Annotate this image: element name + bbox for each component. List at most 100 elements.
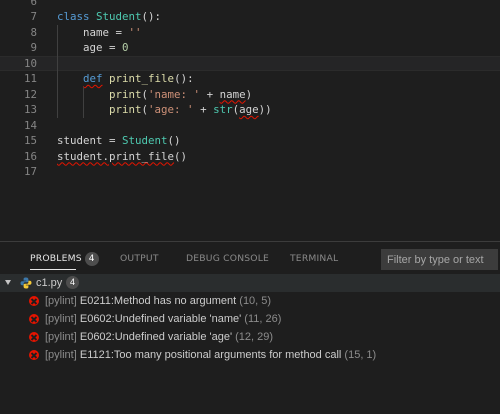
- problem-message: E1121:Too many positional arguments for …: [79, 349, 342, 361]
- problem-item[interactable]: [pylint] E0602:Undefined variable 'name'…: [0, 310, 500, 328]
- code-token: ():: [174, 72, 194, 85]
- code-text: student = Student(): [57, 133, 181, 149]
- code-token: age: [239, 103, 259, 116]
- tab-output-label: OUTPUT: [120, 253, 159, 264]
- problem-location: (15, 1): [344, 349, 377, 361]
- error-icon: [29, 332, 39, 342]
- code-line[interactable]: 7 class Student():: [0, 9, 500, 25]
- code-editor[interactable]: 6 7 class Student(): 8 name = '' 9 age = 0 10…: [0, 0, 500, 240]
- problems-filter-input[interactable]: [381, 249, 498, 270]
- line-number: 10: [23, 56, 37, 70]
- chevron-down-icon[interactable]: [5, 280, 11, 285]
- code-token: ():: [141, 10, 162, 23]
- code-token: +: [200, 87, 220, 101]
- code-token: '': [128, 25, 142, 39]
- code-token: ): [245, 87, 253, 101]
- code-token: =: [109, 25, 129, 39]
- problem-source: [pylint]: [45, 295, 77, 307]
- problems-file-name: c1.py: [36, 277, 63, 289]
- code-token: =: [102, 41, 123, 54]
- code-line[interactable]: 10: [0, 55, 500, 71]
- code-line[interactable]: 11 def print_file():: [0, 71, 500, 87]
- tab-debug-console[interactable]: DEBUG CONSOLE: [186, 252, 269, 268]
- code-token: str: [213, 103, 233, 116]
- code-token: name: [83, 25, 110, 39]
- line-number: 8: [30, 25, 37, 39]
- code-token: print: [109, 87, 142, 101]
- code-token: 'age: ': [148, 103, 194, 116]
- file-problem-count-badge: 4: [66, 276, 79, 289]
- code-text: def print_file():: [57, 71, 194, 87]
- problem-location: (10, 5): [239, 295, 272, 307]
- line-number: 13: [23, 103, 37, 116]
- code-line[interactable]: 9 age = 0: [0, 40, 500, 56]
- code-token: Student: [96, 10, 142, 23]
- problem-location: (12, 29): [235, 331, 274, 343]
- python-icon: [20, 277, 32, 289]
- code-text: name = '': [57, 25, 142, 41]
- tab-problems-label: PROBLEMS: [30, 253, 82, 264]
- tab-terminal[interactable]: TERMINAL: [290, 252, 338, 268]
- code-line[interactable]: 17: [0, 164, 500, 180]
- bottom-panel: PROBLEMS 4 OUTPUT DEBUG CONSOLE TERMINAL …: [0, 241, 500, 414]
- code-token: +: [193, 103, 214, 116]
- line-number: 14: [23, 118, 37, 132]
- problems-file-row[interactable]: c1.py 4: [0, 274, 500, 292]
- code-line[interactable]: 8 name = '': [0, 25, 500, 41]
- line-number: 15: [23, 134, 37, 147]
- code-token: =: [102, 134, 123, 147]
- problems-count-badge: 4: [84, 252, 99, 266]
- code-line[interactable]: 6: [0, 0, 500, 9]
- code-text: class Student():: [57, 9, 161, 25]
- line-number: 7: [30, 10, 37, 23]
- active-tab-underline: [30, 269, 76, 270]
- problem-item[interactable]: [pylint] E0602:Undefined variable 'age' …: [0, 328, 500, 346]
- code-line[interactable]: 16 student.print_file(): [0, 149, 500, 165]
- code-token: name: [219, 87, 246, 101]
- error-icon: [29, 350, 39, 360]
- panel-tab-bar: PROBLEMS 4 OUTPUT DEBUG CONSOLE TERMINAL: [0, 242, 500, 274]
- problem-message: E0602:Undefined variable 'name': [79, 313, 242, 325]
- code-token: age: [83, 41, 103, 54]
- code-line[interactable]: 15 student = Student(): [0, 133, 500, 149]
- line-number: 9: [30, 41, 37, 54]
- code-line[interactable]: 12 print('name: ' + name): [0, 87, 500, 103]
- code-token: class: [57, 10, 90, 23]
- line-number: 12: [23, 87, 37, 101]
- code-line[interactable]: 13 print('age: ' + str(age)): [0, 102, 500, 118]
- problem-source: [pylint]: [45, 349, 77, 361]
- problem-source: [pylint]: [45, 313, 77, 325]
- code-text: print('age: ' + str(age)): [57, 102, 272, 118]
- problem-source: [pylint]: [45, 331, 77, 343]
- code-token: 0: [122, 41, 129, 54]
- problem-message: E0602:Undefined variable 'age': [79, 331, 233, 343]
- tab-output[interactable]: OUTPUT: [120, 252, 159, 268]
- code-token: Student: [122, 134, 168, 147]
- error-icon: [29, 314, 39, 324]
- code-token: (): [167, 134, 181, 147]
- code-token: (): [174, 149, 188, 163]
- line-number: 16: [23, 149, 37, 163]
- line-number: 17: [23, 165, 37, 178]
- indent-guide: [83, 86, 84, 118]
- tab-problems[interactable]: PROBLEMS 4: [30, 252, 99, 270]
- problem-item[interactable]: [pylint] E0211:Method has no argument (1…: [0, 292, 500, 310]
- code-token: )): [258, 103, 272, 116]
- indent-guide: [57, 24, 58, 118]
- code-token: print: [109, 103, 142, 116]
- code-text: age = 0: [57, 40, 129, 56]
- line-number: 11: [23, 72, 37, 85]
- code-token: student: [57, 134, 103, 147]
- code-text: student.print_file(): [57, 149, 187, 165]
- tab-terminal-label: TERMINAL: [290, 253, 339, 264]
- problem-message: E0211:Method has no argument: [79, 295, 237, 307]
- problem-item[interactable]: [pylint] E1121:Too many positional argum…: [0, 346, 500, 364]
- code-line[interactable]: 14: [0, 118, 500, 134]
- code-token: print_file: [109, 72, 175, 85]
- error-icon: [29, 296, 39, 306]
- code-token: student.print_file: [57, 149, 175, 163]
- code-text: print('name: ' + name): [57, 87, 252, 103]
